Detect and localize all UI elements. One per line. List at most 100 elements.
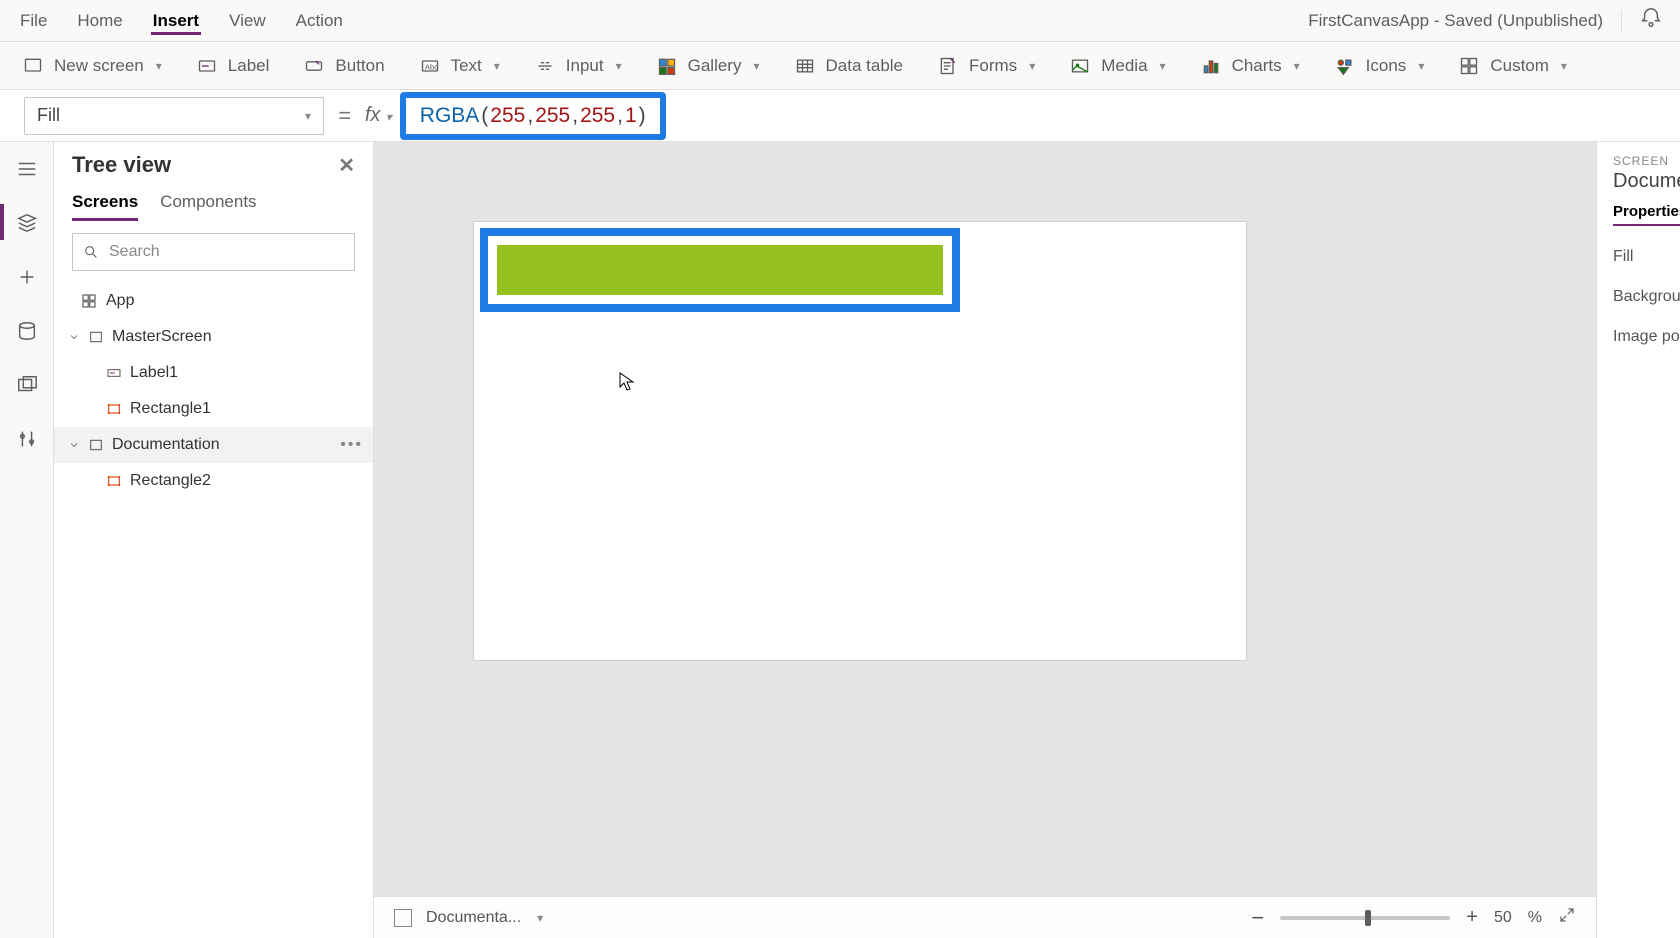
insert-custom-label: Custom xyxy=(1490,56,1549,76)
insert-icons-button[interactable]: Icons ▾ xyxy=(1334,56,1425,76)
close-icon[interactable]: ✕ xyxy=(338,153,355,178)
insert-charts-button[interactable]: Charts ▾ xyxy=(1200,56,1300,76)
rectangle-control[interactable] xyxy=(497,245,943,295)
chevron-down-icon[interactable]: ▾ xyxy=(537,911,543,925)
chevron-down-icon xyxy=(68,331,80,343)
more-icon[interactable]: ••• xyxy=(340,436,363,454)
label-icon xyxy=(106,365,122,381)
tree-item-rectangle2[interactable]: Rectangle2 xyxy=(54,463,373,499)
menu-home[interactable]: Home xyxy=(75,7,124,35)
tab-properties[interactable]: Properties xyxy=(1613,203,1680,226)
zoom-percent: % xyxy=(1528,909,1542,927)
tree-app-label: App xyxy=(106,292,134,310)
svg-text:Abc: Abc xyxy=(425,62,438,71)
properties-kicker: SCREEN xyxy=(1613,154,1680,168)
cursor-icon xyxy=(619,372,635,392)
fit-to-screen-icon[interactable] xyxy=(1558,906,1576,929)
insert-custom-button[interactable]: Custom ▾ xyxy=(1458,56,1567,76)
tree-item-label1[interactable]: Label1 xyxy=(54,355,373,391)
tree-view-panel: Tree view ✕ Screens Components Search Ap… xyxy=(54,142,374,938)
breadcrumb-screen-icon[interactable] xyxy=(394,909,412,927)
property-name: Fill xyxy=(37,105,60,126)
formula-token-sym: , xyxy=(617,104,623,128)
properties-panel: SCREEN Documentation Properties Fill Bac… xyxy=(1596,142,1680,938)
tree-item-rectangle1[interactable]: Rectangle1 xyxy=(54,391,373,427)
fx-label: fx xyxy=(365,104,381,126)
prop-background[interactable]: Background image xyxy=(1613,288,1680,306)
tab-screens[interactable]: Screens xyxy=(72,188,138,221)
chevron-down-icon: ▾ xyxy=(1160,59,1166,73)
formula-token-num: 255 xyxy=(490,104,525,128)
breadcrumb[interactable]: Documenta... xyxy=(426,909,521,927)
insert-media-label: Media xyxy=(1101,56,1147,76)
insert-input-label: Input xyxy=(566,56,604,76)
insert-label-button[interactable]: Label xyxy=(196,56,270,76)
insert-text-button[interactable]: Abc Text ▾ xyxy=(419,56,500,76)
fx-icon[interactable]: fx ▾ xyxy=(365,104,392,127)
insert-input-button[interactable]: Input ▾ xyxy=(534,56,622,76)
tree-view-icon[interactable] xyxy=(14,210,40,236)
advanced-tools-icon[interactable] xyxy=(14,426,40,452)
canvas-footer: Documenta... ▾ − + 50 % xyxy=(374,896,1596,938)
menubar: File Home Insert View Action FirstCanvas… xyxy=(0,0,1680,42)
media-pane-icon[interactable] xyxy=(14,372,40,398)
insert-gallery-label: Gallery xyxy=(688,56,742,76)
insert-forms-button[interactable]: Forms ▾ xyxy=(937,56,1035,76)
menu-insert[interactable]: Insert xyxy=(151,7,201,35)
formula-bar: Fill ▾ = fx ▾ RGBA ( 255 , 255 , 255 , 1… xyxy=(0,90,1680,142)
chevron-down-icon: ▾ xyxy=(616,59,622,73)
search-placeholder: Search xyxy=(109,243,160,261)
formula-token-sym: ( xyxy=(481,104,488,128)
property-select[interactable]: Fill ▾ xyxy=(24,97,324,135)
screen-icon xyxy=(88,329,104,345)
tree-screen-documentation[interactable]: Documentation ••• xyxy=(54,427,373,463)
rectangle-icon xyxy=(106,401,122,417)
new-screen-button[interactable]: New screen ▾ xyxy=(22,56,162,76)
tree-app[interactable]: App xyxy=(54,283,373,319)
menu-file[interactable]: File xyxy=(18,7,49,35)
insert-icons-label: Icons xyxy=(1366,56,1407,76)
new-screen-label: New screen xyxy=(54,56,144,76)
chevron-down-icon: ▾ xyxy=(382,110,391,124)
tab-components[interactable]: Components xyxy=(160,188,256,221)
tree-item-label: Documentation xyxy=(112,436,220,454)
formula-token-num: 1 xyxy=(625,104,637,128)
selection-box[interactable] xyxy=(480,228,960,312)
insert-media-button[interactable]: Media ▾ xyxy=(1069,56,1165,76)
zoom-out-button[interactable]: − xyxy=(1251,905,1264,931)
tree-item-label: Label1 xyxy=(130,364,178,382)
tree-item-label: Rectangle2 xyxy=(130,472,211,490)
chevron-down-icon: ▾ xyxy=(1561,59,1567,73)
chevron-down-icon: ▾ xyxy=(1029,59,1035,73)
zoom-slider[interactable] xyxy=(1280,916,1450,920)
formula-token-sym: , xyxy=(572,104,578,128)
chevron-down-icon: ▾ xyxy=(1418,59,1424,73)
formula-input[interactable]: RGBA ( 255 , 255 , 255 , 1 ) xyxy=(400,92,666,140)
prop-image-position[interactable]: Image position xyxy=(1613,328,1680,346)
insert-text-label: Text xyxy=(451,56,482,76)
hamburger-icon[interactable] xyxy=(14,156,40,182)
screen-icon xyxy=(88,437,104,453)
prop-fill[interactable]: Fill xyxy=(1613,248,1680,266)
tree-screen-masterscreen[interactable]: MasterScreen xyxy=(54,319,373,355)
zoom-in-button[interactable]: + xyxy=(1466,906,1478,929)
insert-button-button[interactable]: Button xyxy=(303,56,384,76)
app-checker-icon[interactable] xyxy=(1640,7,1662,34)
insert-datatable-label: Data table xyxy=(826,56,904,76)
search-input[interactable]: Search xyxy=(72,233,355,271)
menu-action[interactable]: Action xyxy=(294,7,345,35)
document-status: FirstCanvasApp - Saved (Unpublished) xyxy=(1308,11,1603,31)
chevron-down-icon: ▾ xyxy=(494,59,500,73)
data-pane-icon[interactable] xyxy=(14,318,40,344)
formula-token-num: 255 xyxy=(535,104,570,128)
insert-gallery-button[interactable]: Gallery ▾ xyxy=(656,56,760,76)
rectangle-icon xyxy=(106,473,122,489)
canvas-stage[interactable] xyxy=(374,142,1596,896)
equals-sign: = xyxy=(338,103,351,129)
insert-button-text: Button xyxy=(335,56,384,76)
insert-forms-label: Forms xyxy=(969,56,1017,76)
menu-view[interactable]: View xyxy=(227,7,268,35)
insert-datatable-button[interactable]: Data table xyxy=(794,56,904,76)
artboard[interactable] xyxy=(474,222,1246,660)
insert-pane-icon[interactable] xyxy=(14,264,40,290)
